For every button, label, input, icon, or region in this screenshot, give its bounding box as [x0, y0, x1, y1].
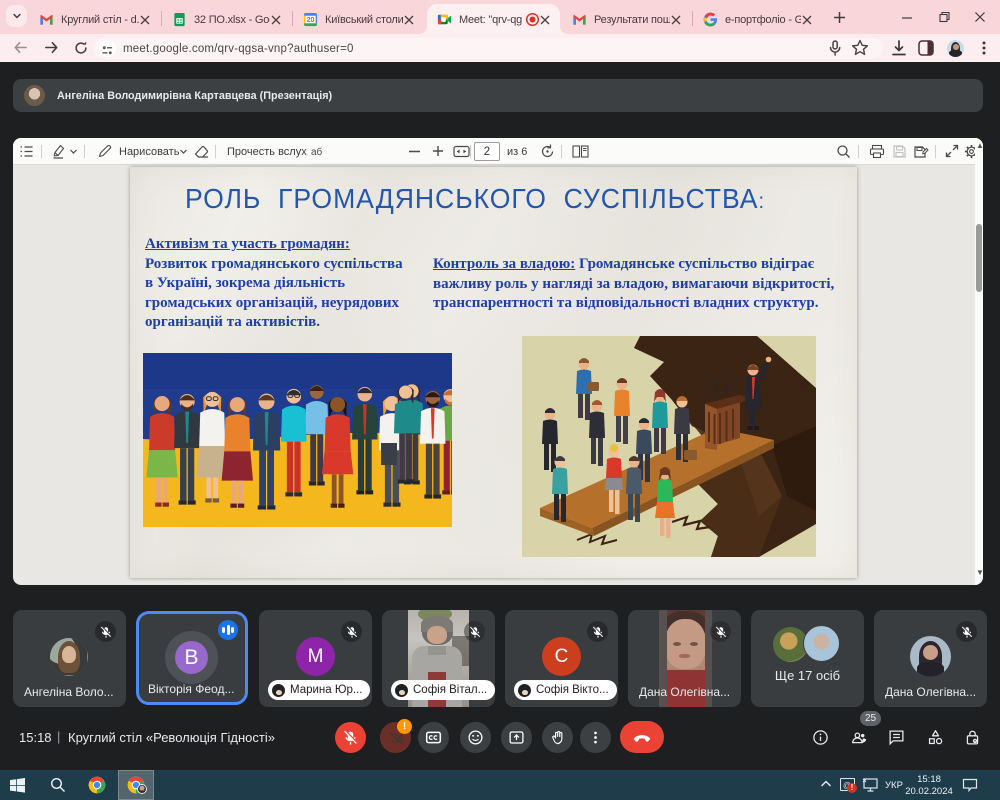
- svg-text:20: 20: [307, 17, 315, 24]
- svg-text:аб: аб: [311, 146, 323, 158]
